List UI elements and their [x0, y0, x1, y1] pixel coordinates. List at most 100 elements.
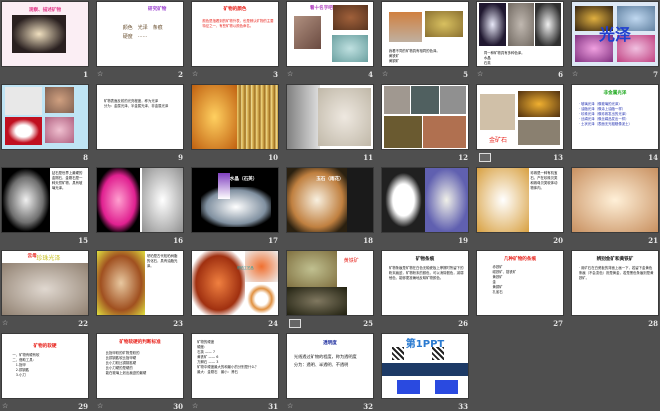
- slide-thumbnail[interactable]: 矿物的软硬 一、矿物有硬有软 二、借助工具： 1.指甲 2.铜钥匙 3.小刀: [2, 334, 88, 398]
- slide-thumbnail[interactable]: 看十名字吧: [287, 2, 373, 66]
- slide-thumbnail[interactable]: 矿物软硬的判断标准 比指甲软的矿物是软的 比铜钥匙软比指甲硬 比小刀软比铜钥匙硬 比小刀…: [97, 334, 183, 398]
- slide-image: [247, 284, 277, 314]
- star-icon[interactable]: ☆: [477, 70, 483, 78]
- star-icon[interactable]: ☆: [2, 402, 8, 410]
- star-icon[interactable]: ☆: [572, 70, 578, 78]
- slide-thumbnail[interactable]: 黄铁矿: [287, 251, 373, 315]
- slide-image: [141, 168, 183, 232]
- slide-title: 矿物条痕: [415, 257, 435, 263]
- slide-image: [518, 91, 560, 117]
- slide-image: [382, 363, 468, 377]
- slide-text-line: 最大：金刚石 最小：滑石: [197, 370, 238, 375]
- slide-thumbnail[interactable]: [287, 85, 373, 149]
- slide-text-line: 珍珠是一种有机宝石，产在珍珠贝类和珠母贝类软体动物体内。: [530, 170, 558, 190]
- slide-thumbnail[interactable]: [97, 168, 183, 232]
- slide-thumbnail[interactable]: 几种矿物的条痕 赤铁矿 磁铁矿、铬铁矿 黄铁矿金黄铜矿 孔雀石: [477, 251, 563, 315]
- slide-number: 11: [363, 153, 373, 162]
- star-icon[interactable]: ☆: [382, 70, 388, 78]
- slide-thumbnail[interactable]: 非金属光泽 · 玻璃光泽（像玻璃的光泽） · 油脂光泽（像涂上油脂一样） · 珍珠光泽…: [572, 85, 658, 149]
- slide-text-line: 金矿石: [489, 137, 508, 145]
- slide-title: 矿物软硬的判断标准: [119, 340, 161, 346]
- slide-thumbnail[interactable]: 辨别金矿和黄铁矿 · 用矿石在白瓷板的背面上画一下，若留下金黄色条痕（不会变色）则…: [572, 251, 658, 315]
- slide-thumbnail[interactable]: 透明度 光线透过矿物的程度，称为透明度 分为：透明、半透明、不透明: [287, 334, 373, 398]
- slide-thumbnail[interactable]: 水晶（石英）: [192, 168, 278, 232]
- star-icon[interactable]: ☆: [287, 70, 293, 78]
- slide-number: 18: [363, 236, 373, 245]
- slide-image: [287, 251, 337, 287]
- slide-image: [435, 380, 458, 395]
- slide-text-line: 3.小刀: [12, 373, 26, 378]
- slide-text-line: 珍珠光泽: [36, 254, 61, 262]
- slide-number: 7: [653, 70, 658, 79]
- slide-image: [382, 168, 425, 232]
- slide-number: 2: [178, 70, 183, 79]
- slide-title: 非金属光泽: [603, 91, 627, 97]
- slide-number: 15: [78, 236, 88, 245]
- slide-number: 10: [268, 153, 278, 162]
- slide-title: 几种矿物的条痕: [503, 257, 537, 263]
- slide-image: [507, 3, 534, 46]
- star-icon[interactable]: ☆: [2, 319, 8, 327]
- star-icon[interactable]: ☆: [97, 70, 103, 78]
- slide-image: [4, 86, 43, 116]
- slide-thumbnail[interactable]: 云母 珍珠光泽: [2, 251, 88, 315]
- slide-thumbnail[interactable]: 矿物条痕矿物条痕是矿物在白色无釉瓷板上摩擦时所留下的粉末痕迹，矿物粉末的颜色，可…: [382, 251, 468, 315]
- star-icon[interactable]: ☆: [192, 70, 198, 78]
- slide-number: 6: [558, 70, 563, 79]
- slide-text-line: · 油脂光泽（像涂上油脂一样）: [578, 106, 626, 111]
- slide-thumbnail[interactable]: 珍珠是一种有机宝石，产在珍珠贝类和珠母贝类软体动物体内。: [477, 168, 563, 232]
- slide-thumbnail[interactable]: [382, 168, 468, 232]
- slide-image: [45, 117, 75, 143]
- slide-title: 观察、描述矿物: [28, 8, 62, 14]
- slide-thumbnail[interactable]: 光泽: [572, 2, 658, 66]
- slide-image: [331, 35, 368, 63]
- slide-thumbnail[interactable]: [382, 85, 468, 149]
- slide-number: 17: [268, 236, 278, 245]
- slide-number: 20: [553, 236, 563, 245]
- slide-thumbnail[interactable]: 矿物表面反射的光亮程度，称为光泽 分为：金属光泽、半金属光泽、非金属光泽: [97, 85, 183, 149]
- slide-thumbnail[interactable]: [192, 85, 278, 149]
- slide-image: [423, 115, 467, 148]
- star-icon[interactable]: ☆: [287, 402, 293, 410]
- slide-number: 22: [78, 319, 88, 328]
- slide-thumbnail[interactable]: 矿物的硬度 硬度： 石英 —— 7 黄铁矿 —— 6 方解石 —— 3 矿物中硬度最大的和…: [192, 334, 278, 398]
- slide-thumbnail[interactable]: 钻石是世界上最硬的金刚石，金刚石是一种天然矿物，具有玻璃光泽。: [2, 168, 88, 232]
- slide-image: [411, 86, 439, 115]
- slide-text-line: 分为：金属光泽、半金属光泽、非金属光泽: [103, 104, 169, 109]
- star-icon[interactable]: ☆: [192, 402, 198, 410]
- slide-image: [293, 16, 322, 50]
- slide-number: 19: [458, 236, 468, 245]
- slide-thumbnail[interactable]: 我看不同的矿物具有相同的色泽。 黄铁矿 黄铜矿: [382, 2, 468, 66]
- slide-image: [440, 86, 467, 115]
- slide-text-line: · 土状光泽（表面无光粗糙像泥土）: [578, 121, 632, 126]
- slide-thumbnail[interactable]: 琥珀是古代松柏树脂的化石，具有油脂光泽。: [97, 251, 183, 315]
- slide-title: 矿物的软硬: [33, 343, 57, 349]
- slide-title: 透明度: [323, 341, 337, 347]
- slide-thumbnail[interactable]: 第1PPT: [382, 334, 468, 398]
- slide-thumbnail[interactable]: 金矿石: [477, 85, 563, 149]
- slide-thumbnail[interactable]: [2, 85, 88, 149]
- slide-image: [480, 93, 515, 130]
- slide-thumbnail[interactable]: 矿物的颜色 颜色是指看到的矿物外表，也是辨认矿物的主要特征之一，有些矿物以颜色命名…: [192, 2, 278, 66]
- slide-number: 9: [178, 153, 183, 162]
- slide-text-line: 光线透过矿物的程度，称为透明度: [293, 354, 357, 360]
- slide-text-line: 琥珀是古代松柏树脂的化石，具有油脂光泽。: [146, 253, 178, 268]
- slide-thumbnail[interactable]: 观察、描述矿物: [2, 2, 88, 66]
- slide-thumbnail[interactable]: [572, 168, 658, 232]
- slide-thumbnail[interactable]: 琥珀工艺品: [192, 251, 278, 315]
- slide-text-line: 黄铜矿: [388, 59, 400, 64]
- slide-text-line: · 丝绢光泽（像丝绢品发出一样）: [578, 116, 629, 121]
- slide-thumbnail[interactable]: 玉石（雨花）: [287, 168, 373, 232]
- slide-image: [2, 262, 88, 315]
- slide-title: 研究矿物: [148, 6, 167, 12]
- slide-thumbnail[interactable]: 研究矿物 颜色 光泽 条痕 硬度 ······: [97, 2, 183, 66]
- slide-title: 看十名字吧: [309, 5, 333, 11]
- slide-title: 光泽: [598, 25, 631, 45]
- slide-thumbnail[interactable]: 同一种矿物具有多种色泽。 水晶 石英: [477, 2, 563, 66]
- slide-text-line: 黄铁矿: [343, 258, 359, 265]
- slide-number: 3: [273, 70, 278, 79]
- star-icon[interactable]: ☆: [97, 402, 103, 410]
- slide-text-line: 矿物条痕是矿物在白色无釉瓷板上摩擦时所留下的粉末痕迹，矿物粉末的颜色，可以消除假…: [388, 266, 464, 281]
- slide-number: 8: [83, 153, 88, 162]
- slide-number: 27: [553, 319, 563, 328]
